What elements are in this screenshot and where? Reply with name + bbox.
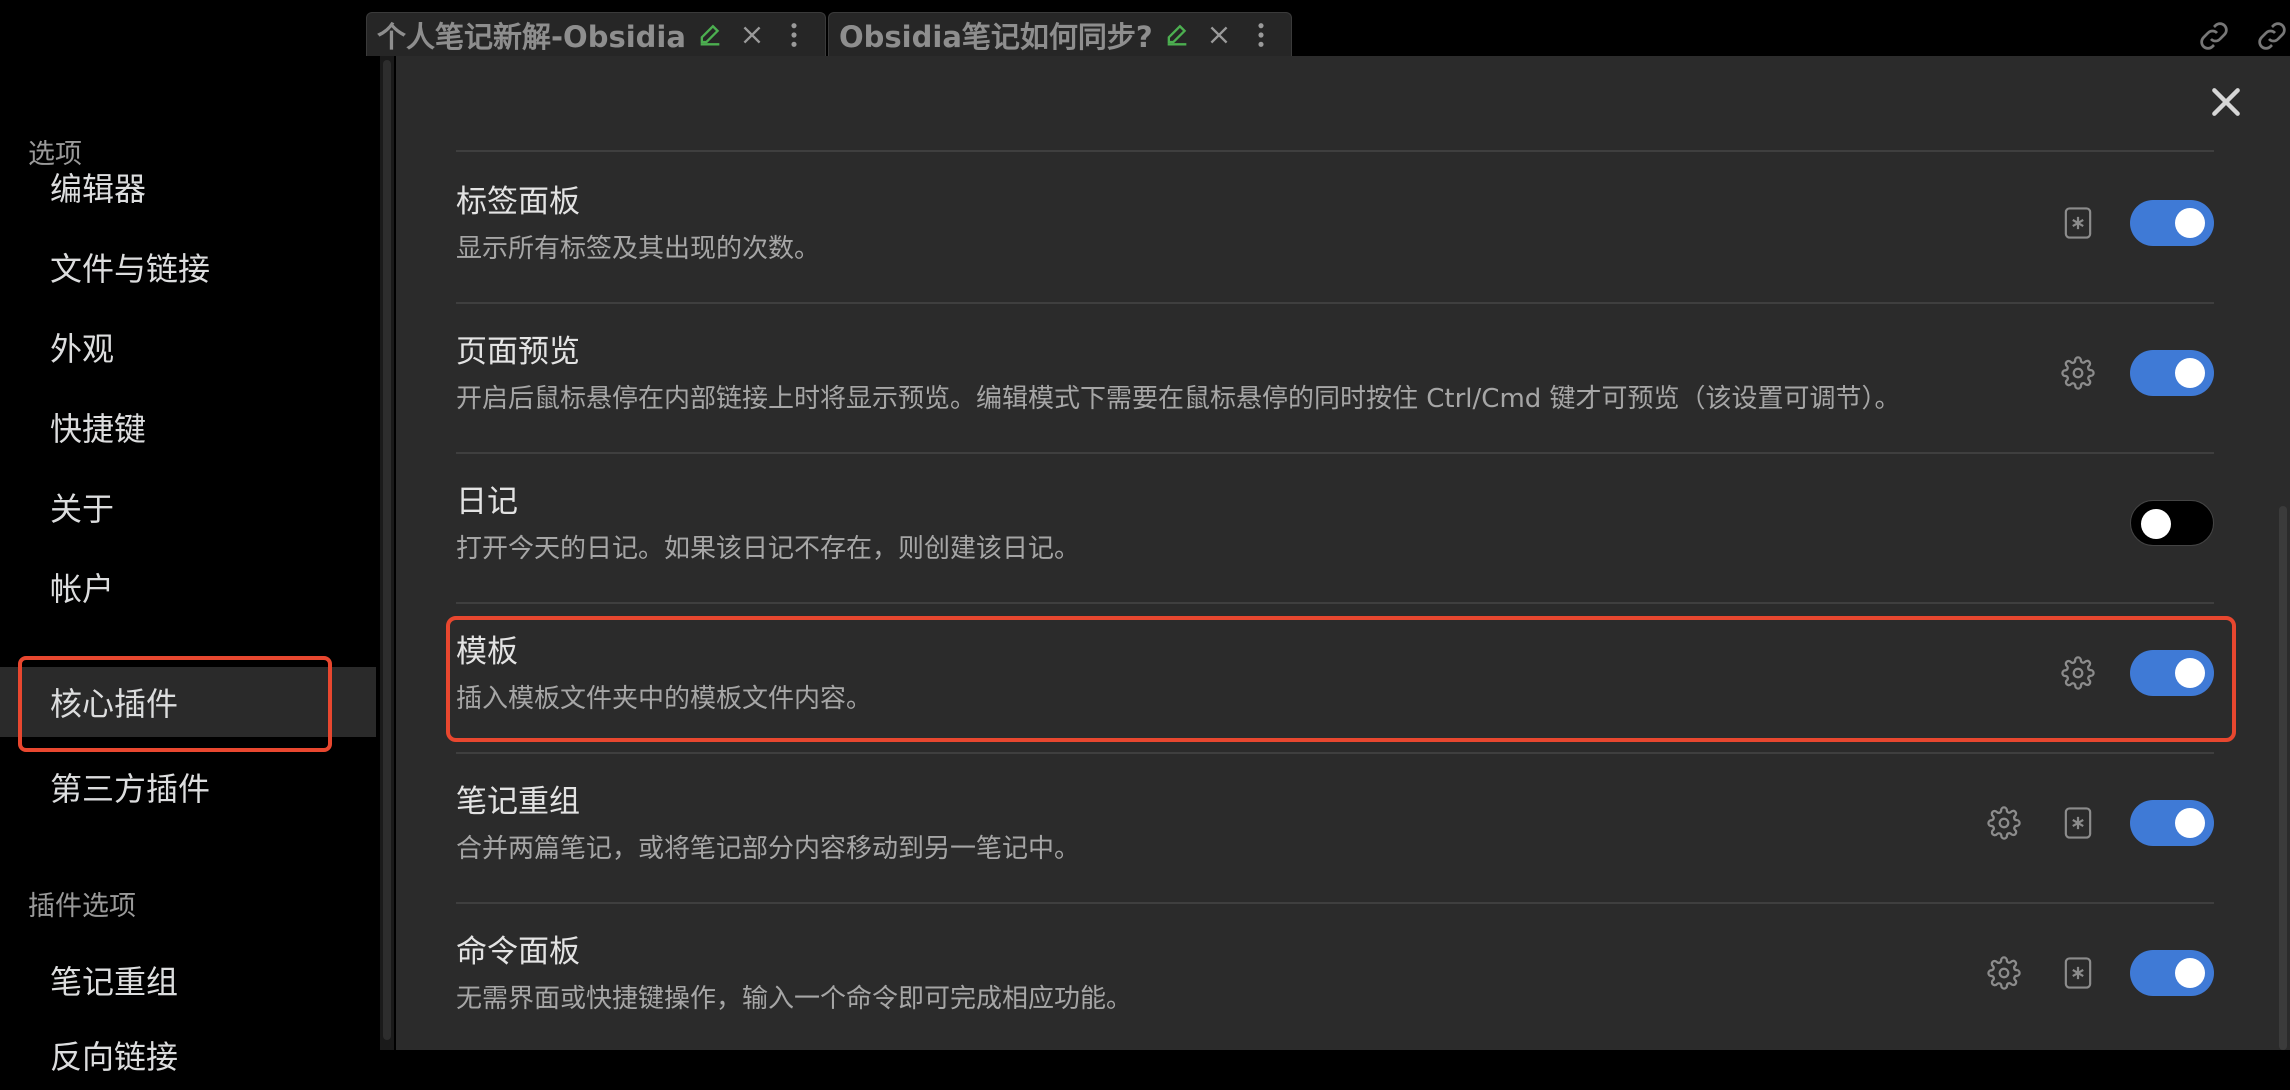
plugin-description: 无需界面或快捷键操作，输入一个命令即可完成相应功能。: [456, 984, 1133, 1014]
plugin-title: 标签面板: [456, 184, 580, 220]
plugin-description: 插入模板文件夹中的模板文件内容。: [456, 684, 873, 714]
nav-editor[interactable]: 编辑器: [0, 152, 376, 222]
hotkey-icon[interactable]: [2056, 201, 2100, 245]
gear-icon[interactable]: [2056, 651, 2100, 695]
plugin-description: 打开今天的日记。如果该日记不存在，则创建该日记。: [456, 534, 1081, 564]
nav-label: 文件与链接: [50, 250, 211, 288]
nav-community-plugins[interactable]: 第三方插件: [0, 752, 376, 822]
plugin-description: 显示所有标签及其出现的次数。: [456, 234, 821, 264]
tab-title: 个人笔记新解-Obsidia: [377, 19, 686, 54]
scrollbar-thumb[interactable]: [2279, 506, 2287, 1050]
nav-files-links[interactable]: 文件与链接: [0, 232, 376, 302]
plugin-row-templates: 模板 插入模板文件夹中的模板文件内容。: [456, 602, 2214, 752]
nav-label: 帐户: [50, 570, 115, 608]
close-settings-button[interactable]: [2202, 78, 2250, 126]
edit-pencil-icon[interactable]: [692, 17, 728, 53]
nav-appearance[interactable]: 外观: [0, 312, 376, 382]
nav-label: 第三方插件: [50, 770, 211, 808]
top-right-icons: [2196, 18, 2290, 58]
close-tab-icon[interactable]: [1201, 17, 1237, 53]
plugin-toggle[interactable]: [2130, 500, 2214, 546]
link-icon[interactable]: [2196, 18, 2232, 58]
settings-sidebar: 选项 编辑器 文件与链接 外观 快捷键 关于 帐户 核心插件 第三方插件 插件选…: [0, 56, 376, 1076]
plugin-toggle[interactable]: [2130, 200, 2214, 246]
plugin-row-command-palette: 命令面板 无需界面或快捷键操作，输入一个命令即可完成相应功能。: [456, 902, 2214, 1052]
section-plugin-options-label: 插件选项: [28, 891, 136, 922]
nav-backlinks[interactable]: 反向链接: [0, 1020, 376, 1090]
plugin-title: 模板: [456, 634, 518, 670]
close-tab-icon[interactable]: [734, 17, 770, 53]
plugin-row-daily-notes: 日记 打开今天的日记。如果该日记不存在，则创建该日记。: [456, 452, 2214, 602]
toggle-knob: [2175, 808, 2205, 838]
toggle-knob: [2175, 358, 2205, 388]
plugin-description: 开启后鼠标悬停在内部链接上时将显示预览。编辑模式下需要在鼠标悬停的同时按住 Ct…: [456, 384, 1901, 414]
plugin-title: 命令面板: [456, 934, 580, 970]
panel-scrollbar[interactable]: [2276, 506, 2290, 1050]
plugin-title: 页面预览: [456, 334, 580, 370]
nav-label: 关于: [50, 490, 115, 528]
plugin-toggle[interactable]: [2130, 950, 2214, 996]
gear-icon[interactable]: [1982, 951, 2026, 995]
edit-pencil-icon[interactable]: [1159, 17, 1195, 53]
toggle-knob: [2175, 658, 2205, 688]
plugin-title: 日记: [456, 484, 518, 520]
nav-hotkeys[interactable]: 快捷键: [0, 392, 376, 462]
nav-label: 反向链接: [50, 1038, 179, 1076]
plugin-row-tag-pane: 标签面板 显示所有标签及其出现的次数。: [456, 152, 2214, 302]
plugin-toggle[interactable]: [2130, 800, 2214, 846]
toggle-knob: [2175, 958, 2205, 988]
scrollbar-thumb[interactable]: [383, 60, 391, 1040]
nav-about[interactable]: 关于: [0, 472, 376, 542]
gear-icon[interactable]: [2056, 351, 2100, 395]
tab-note-1[interactable]: 个人笔记新解-Obsidia: [366, 12, 826, 56]
gear-icon[interactable]: [1982, 801, 2026, 845]
nav-label: 核心插件: [50, 685, 179, 723]
nav-label: 笔记重组: [50, 963, 179, 1001]
nav-label: 快捷键: [50, 410, 147, 448]
nav-account[interactable]: 帐户: [0, 552, 376, 622]
plugin-description: 合并两篇笔记，或将笔记部分内容移动到另一笔记中。: [456, 834, 1081, 864]
more-options-icon[interactable]: [1243, 17, 1279, 53]
plugin-toggle[interactable]: [2130, 650, 2214, 696]
tab-note-2[interactable]: Obsidia笔记如何同步?: [828, 12, 1292, 56]
tab-title: Obsidia笔记如何同步?: [839, 19, 1153, 54]
hotkey-icon[interactable]: [2056, 801, 2100, 845]
toggle-knob: [2141, 509, 2171, 539]
more-options-icon[interactable]: [776, 17, 812, 53]
hotkey-icon[interactable]: [2056, 951, 2100, 995]
tab-bar: 个人笔记新解-Obsidia Obsidia笔记如何同步?: [0, 0, 2290, 56]
nav-core-plugins[interactable]: 核心插件: [0, 667, 376, 737]
nav-note-composer[interactable]: 笔记重组: [0, 945, 376, 1015]
plugin-toggle[interactable]: [2130, 350, 2214, 396]
nav-label: 外观: [50, 330, 115, 368]
settings-panel: 标签面板 显示所有标签及其出现的次数。 页面预览 开启后鼠标悬停在内部链接上时将…: [396, 56, 2290, 1050]
nav-label: 编辑器: [50, 170, 147, 208]
sidebar-scrollbar[interactable]: [380, 56, 394, 1050]
link-icon[interactable]: [2254, 18, 2290, 58]
plugin-title: 笔记重组: [456, 784, 580, 820]
plugin-row-note-composer: 笔记重组 合并两篇笔记，或将笔记部分内容移动到另一笔记中。: [456, 752, 2214, 902]
plugin-row-page-preview: 页面预览 开启后鼠标悬停在内部链接上时将显示预览。编辑模式下需要在鼠标悬停的同时…: [456, 302, 2214, 452]
toggle-knob: [2175, 208, 2205, 238]
